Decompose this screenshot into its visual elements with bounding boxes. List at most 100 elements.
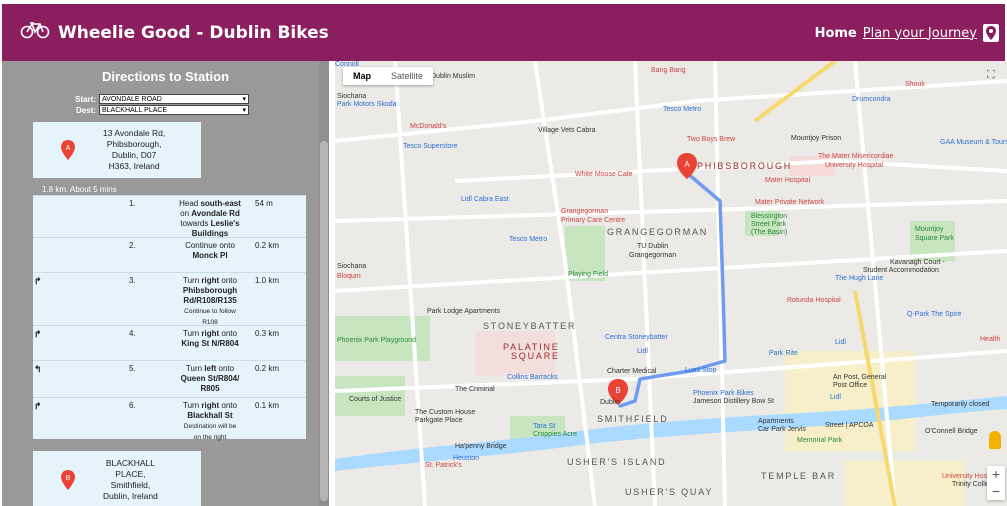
map-place-label[interactable]: Bang Bang — [651, 67, 686, 74]
fullscreen-icon[interactable]: ⛶ — [987, 69, 1001, 83]
map-place-label[interactable]: Mater Private Network — [755, 199, 824, 206]
map-place-label[interactable]: O'Connell Bridge — [925, 428, 978, 435]
map-place-label[interactable]: Courts of Justice — [349, 396, 401, 403]
brand[interactable]: Wheelie Good - Dublin Bikes — [20, 21, 329, 44]
map-area-label: SQUARE — [511, 351, 560, 361]
route-summary: 1.8 km. About 5 mins — [42, 185, 117, 194]
map-place-label[interactable]: Siochana — [337, 93, 366, 100]
map-place-label[interactable]: Lidl Cabra East — [461, 196, 509, 203]
step-distance: 54 m — [255, 199, 273, 208]
map-type-satellite-button[interactable]: Satellite — [381, 67, 433, 85]
map-pin-icon[interactable] — [983, 24, 999, 42]
map-place-label[interactable]: Croppies Acre — [533, 431, 577, 438]
map-type-map-button[interactable]: Map — [343, 67, 381, 85]
map-place-label[interactable]: Lidl — [830, 394, 841, 401]
map-place-label[interactable]: Car Park Jervis — [758, 426, 806, 433]
directions-title: Directions to Station — [101, 69, 230, 84]
map-place-label[interactable]: Blessington — [751, 213, 787, 220]
map-place-label[interactable]: Park Motors Skoda — [337, 101, 397, 108]
map-place-label[interactable]: Charter Medical — [607, 368, 656, 375]
map-place-label[interactable]: (The Basin) — [751, 229, 787, 236]
svg-text:B: B — [615, 386, 620, 395]
zoom-out-button[interactable]: − — [987, 483, 1005, 500]
map-place-label[interactable]: Apartments — [758, 418, 794, 425]
map-place-label[interactable]: Tesco Superstore — [403, 143, 457, 150]
nav-home-link[interactable]: Home — [815, 26, 857, 41]
map-place-label[interactable]: Q-Park The Spire — [907, 311, 961, 318]
map-place-label[interactable]: The Criminal — [455, 386, 495, 393]
start-row: Start: AVONDALE ROAD ▾ — [2, 94, 249, 104]
direction-step: ↱ 6. Turn right onto Blackhall St Destinatio… — [33, 397, 306, 441]
map-area-label: TEMPLE BAR — [761, 471, 837, 481]
address-line: BLACKHALL — [105, 458, 155, 468]
map-place-label[interactable]: Lidl — [637, 348, 648, 355]
map-place-label[interactable]: Park Lodge Apartments — [427, 308, 500, 315]
map-place-label[interactable]: Park Rite — [769, 350, 798, 357]
dest-select[interactable]: BLACKHALL PLACE ▾ — [99, 105, 249, 115]
map-place-label[interactable]: Grangegorman — [561, 208, 608, 215]
map-place-label[interactable]: The Hugh Lane — [835, 275, 883, 282]
map-place-label[interactable]: Street | APCOA — [825, 422, 874, 429]
map-place-label[interactable]: Health — [980, 336, 1000, 343]
map-place-label[interactable]: McDonald's — [410, 123, 446, 130]
map-place-label[interactable]: Dublin — [600, 399, 620, 406]
map-place-label[interactable]: Collins Barracks — [507, 374, 558, 381]
map-place-label[interactable]: Tesco Metro — [509, 236, 547, 243]
sidebar-scrollbar[interactable] — [319, 61, 329, 506]
map-place-label[interactable]: Kavanagh Court - — [890, 259, 945, 266]
origin-card: A 13 Avondale Rd, Phibsborough, Dublin, D0… — [33, 122, 201, 178]
map-place-label[interactable]: Ha'penny Bridge — [455, 443, 507, 450]
map-place-label[interactable]: Siochana — [337, 263, 366, 270]
map-place-label[interactable]: An Post, General — [833, 374, 886, 381]
map-place-label[interactable]: Phoenix Park Bikes — [693, 390, 754, 397]
map-place-label[interactable]: Centra Stoneybatter — [605, 334, 668, 341]
map-place-label[interactable]: Two Boys Brew — [687, 136, 735, 143]
map-place-label[interactable]: Shouk — [905, 81, 925, 88]
map-place-label[interactable]: White Moose Cafe — [575, 171, 633, 178]
map-view[interactable]: A B Bang Bang Dublin Muslim Tesco Metro Dru… — [335, 61, 1007, 506]
scrollbar-thumb[interactable] — [320, 141, 328, 501]
map-place-label[interactable]: St. Patrick's — [425, 462, 462, 469]
map-place-label[interactable]: Rotunda Hospital — [787, 297, 841, 304]
map-place-label[interactable]: Tara St — [533, 423, 555, 430]
map-place-label[interactable]: Temporarily closed — [931, 401, 989, 408]
turn-right-icon: ↱ — [34, 329, 42, 339]
map-place-label[interactable]: Bloqum — [337, 273, 361, 280]
map-place-label[interactable]: Phoenix Park Playground — [337, 337, 416, 344]
map-place-label[interactable]: Tesco Metro — [663, 106, 701, 113]
map-marker-a[interactable]: A — [677, 153, 697, 179]
dest-select-value: BLACKHALL PLACE — [102, 106, 168, 114]
step-number: 1. — [129, 199, 136, 208]
map-place-label[interactable]: Square Park — [915, 235, 954, 242]
marker-a-icon: A — [33, 140, 103, 160]
address-line: Dublin, Ireland — [103, 491, 158, 501]
map-place-label[interactable]: Mountjoy — [915, 226, 943, 233]
map-place-label[interactable]: The Custom House — [415, 409, 475, 416]
map-place-label[interactable]: Student Accommodation — [863, 267, 939, 274]
map-place-label[interactable]: The Mater Misericordiae — [818, 153, 893, 160]
map-place-label[interactable]: Lidl — [835, 339, 846, 346]
map-place-label[interactable]: Mater Hospital — [765, 177, 810, 184]
map-place-label[interactable]: Drumcondra — [852, 96, 891, 103]
map-place-label[interactable]: Heuston — [453, 455, 479, 462]
zoom-in-button[interactable]: + — [987, 466, 1005, 483]
start-select[interactable]: AVONDALE ROAD ▾ — [99, 94, 249, 104]
map-place-label[interactable]: Jameson Distillery Bow St — [693, 398, 774, 405]
map-place-label[interactable]: Grangegorman — [629, 252, 676, 259]
map-place-label[interactable]: Street Park — [751, 221, 786, 228]
map-place-label[interactable]: Primary Care Centre — [561, 217, 625, 224]
map-place-label[interactable]: Village Vets Cabra — [538, 127, 595, 134]
map-place-label[interactable]: Playing Field — [568, 271, 608, 278]
map-place-label[interactable]: Mountjoy Prison — [791, 135, 841, 142]
map-place-label[interactable]: Parkgate Place — [415, 417, 462, 424]
map-place-label[interactable]: Luas Stop — [685, 367, 717, 374]
brand-title: Wheelie Good - Dublin Bikes — [58, 22, 329, 43]
map-place-label[interactable]: University Hospital — [825, 162, 883, 169]
map-place-label[interactable]: Post Office — [833, 382, 867, 389]
nav-plan-journey-link[interactable]: Plan your Journey — [863, 26, 977, 41]
street-view-pegman-icon[interactable] — [989, 431, 1001, 449]
map-place-label[interactable]: TU Dublin — [637, 243, 668, 250]
map-place-label[interactable]: Dublin Muslim — [431, 73, 475, 80]
map-place-label[interactable]: Memorial Park — [797, 437, 842, 444]
map-place-label[interactable]: GAA Museum & Tours — [940, 139, 1007, 146]
